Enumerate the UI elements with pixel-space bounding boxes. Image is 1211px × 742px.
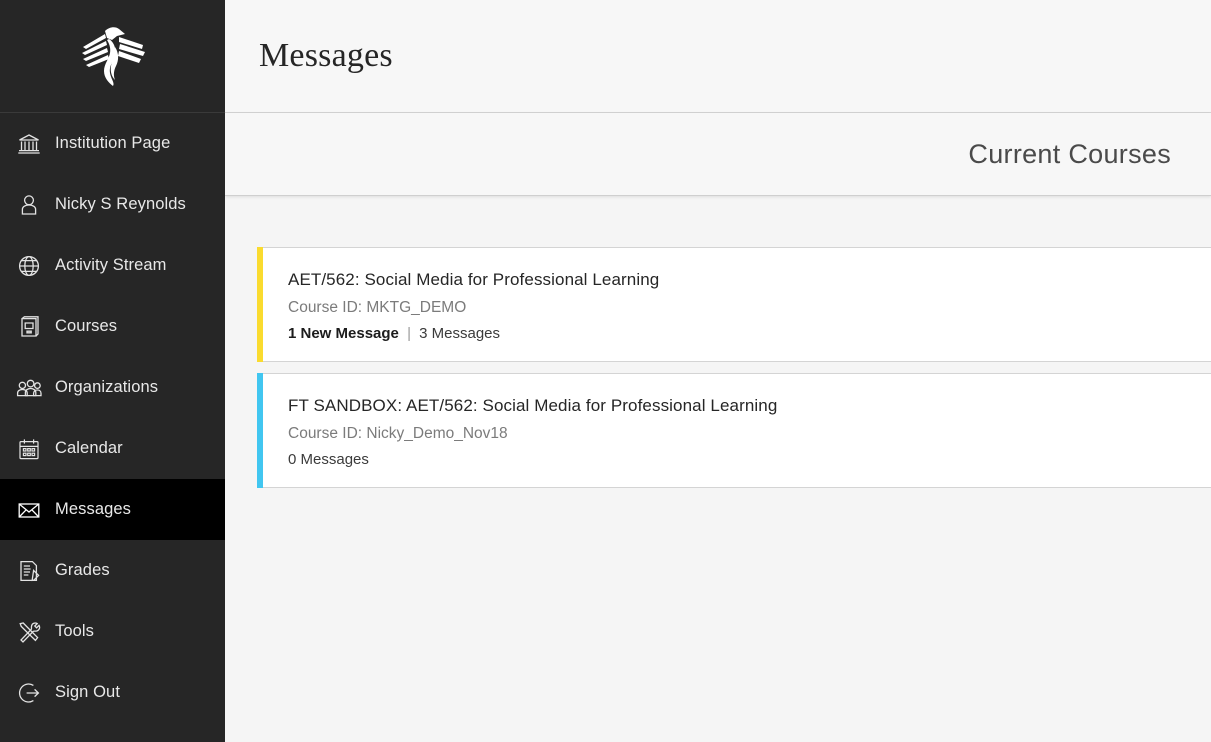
new-message-count: 1 New Message bbox=[288, 325, 399, 342]
user-icon bbox=[16, 192, 42, 218]
course-title: AET/562: Social Media for Professional L… bbox=[288, 270, 660, 289]
course-id: Course ID: Nicky_Demo_Nov18 bbox=[288, 425, 508, 442]
book-icon bbox=[16, 314, 42, 340]
sidebar-item-calendar[interactable]: Calendar bbox=[0, 418, 225, 479]
course-card-body: AET/562: Social Media for Professional L… bbox=[257, 248, 1211, 342]
course-message-counts: 1 New Message | 3 Messages bbox=[288, 325, 1211, 342]
sidebar-item-label: Institution Page bbox=[55, 134, 171, 152]
wrench-screwdriver-icon bbox=[16, 619, 42, 645]
sidebar-item-messages[interactable]: Messages bbox=[0, 479, 225, 540]
total-message-count: 0 Messages bbox=[288, 451, 369, 468]
course-list: AET/562: Social Media for Professional L… bbox=[225, 196, 1211, 488]
sidebar-item-sign-out[interactable]: Sign Out bbox=[0, 662, 225, 723]
sign-out-arrow-icon bbox=[16, 680, 42, 706]
logo-area bbox=[0, 0, 225, 113]
meta-separator: | bbox=[407, 325, 411, 342]
sidebar-item-label: Nicky S Reynolds bbox=[55, 195, 186, 213]
sidebar-item-label: Activity Stream bbox=[55, 256, 167, 274]
app-root: Institution Page Nicky S Reynolds Activi… bbox=[0, 0, 1211, 742]
bank-icon bbox=[16, 131, 42, 157]
sidebar-item-courses[interactable]: Courses bbox=[0, 296, 225, 357]
people-group-icon bbox=[16, 375, 42, 401]
course-accent-bar bbox=[257, 373, 263, 488]
course-card-body: FT SANDBOX: AET/562: Social Media for Pr… bbox=[257, 374, 1211, 468]
sidebar-item-label: Tools bbox=[55, 622, 95, 640]
sidebar-item-grades[interactable]: Grades bbox=[0, 540, 225, 601]
sidebar-item-label: Sign Out bbox=[55, 683, 121, 701]
sidebar-item-label: Grades bbox=[55, 561, 110, 579]
globe-icon bbox=[16, 253, 42, 279]
phoenix-logo bbox=[79, 25, 147, 87]
sidebar-item-activity-stream[interactable]: Activity Stream bbox=[0, 235, 225, 296]
sidebar-item-tools[interactable]: Tools bbox=[0, 601, 225, 662]
sidebar-item-label: Organizations bbox=[55, 378, 159, 396]
sidebar-item-label: Messages bbox=[55, 500, 132, 518]
document-pencil-icon bbox=[16, 558, 42, 584]
course-scope-header: Current Courses bbox=[225, 113, 1211, 196]
course-accent-bar bbox=[257, 247, 263, 362]
sidebar-item-organizations[interactable]: Organizations bbox=[0, 357, 225, 418]
sidebar-nav-list: Institution Page Nicky S Reynolds Activi… bbox=[0, 113, 225, 723]
sidebar-item-label: Courses bbox=[55, 317, 118, 335]
sidebar-item-user-profile[interactable]: Nicky S Reynolds bbox=[0, 174, 225, 235]
course-id: Course ID: MKTG_DEMO bbox=[288, 299, 467, 316]
sidebar: Institution Page Nicky S Reynolds Activi… bbox=[0, 0, 225, 742]
course-title: FT SANDBOX: AET/562: Social Media for Pr… bbox=[288, 396, 778, 415]
sidebar-item-label: Calendar bbox=[55, 439, 123, 457]
list-item[interactable]: FT SANDBOX: AET/562: Social Media for Pr… bbox=[257, 373, 1211, 488]
sidebar-item-institution-page[interactable]: Institution Page bbox=[0, 113, 225, 174]
calendar-icon bbox=[16, 436, 42, 462]
page-title: Messages bbox=[259, 37, 393, 74]
list-item[interactable]: AET/562: Social Media for Professional L… bbox=[257, 247, 1211, 362]
current-courses-label: Current Courses bbox=[968, 138, 1171, 169]
page-header: Messages bbox=[225, 0, 1211, 113]
course-message-counts: 0 Messages bbox=[288, 451, 1211, 468]
envelope-icon bbox=[16, 497, 42, 523]
total-message-count: 3 Messages bbox=[419, 325, 501, 342]
main-content: Messages Current Courses AET/562: Social… bbox=[225, 0, 1211, 742]
